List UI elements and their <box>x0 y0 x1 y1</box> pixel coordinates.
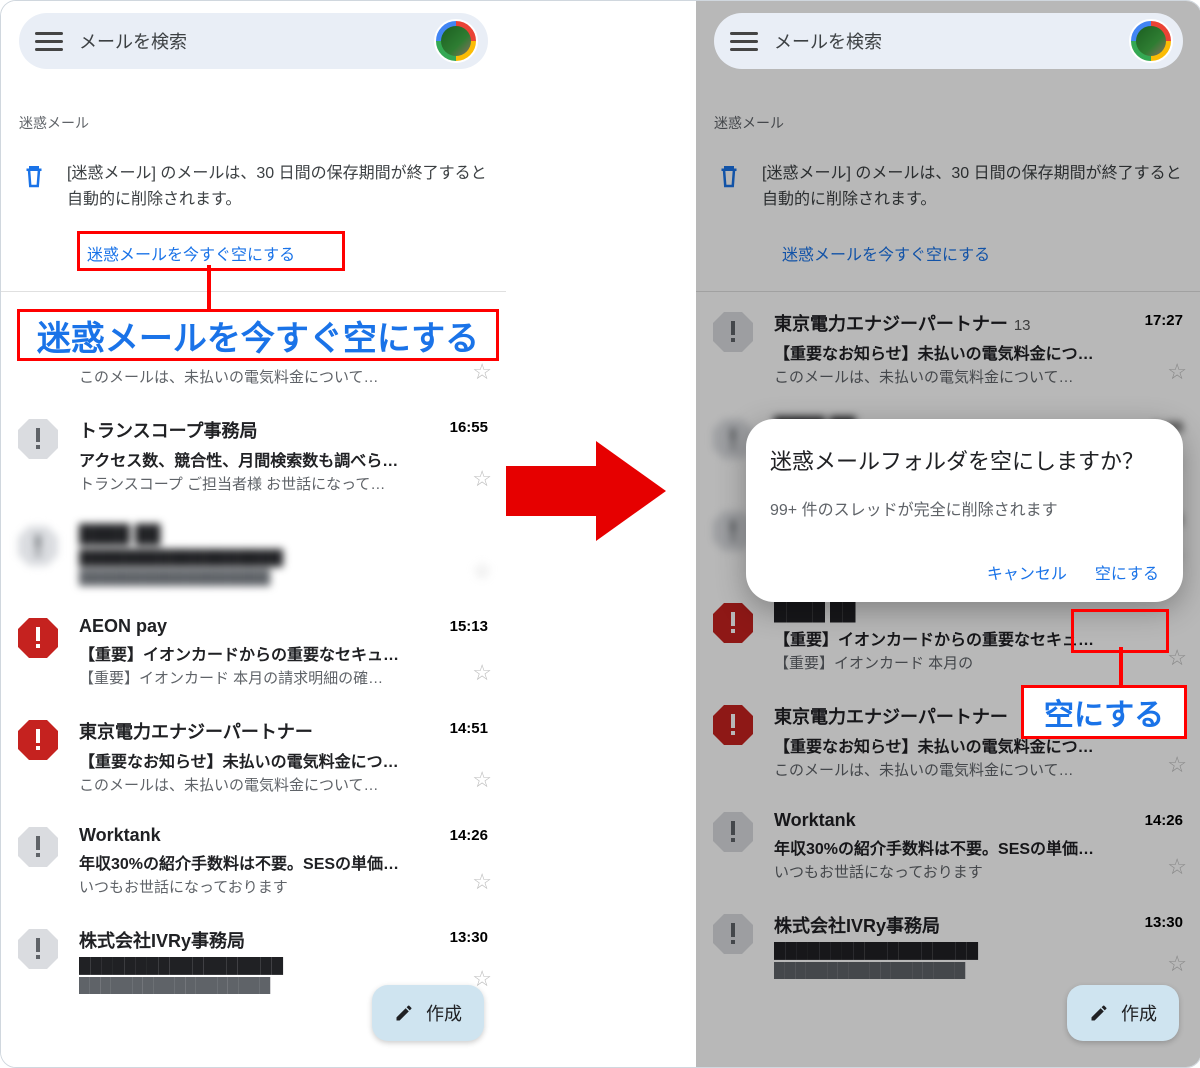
star-icon[interactable]: ☆ <box>472 466 492 492</box>
email-time: 13:30 <box>450 929 488 946</box>
email-sender: ████ ██ <box>79 524 490 545</box>
search-bar[interactable]: メールを検索 <box>19 13 488 69</box>
account-avatar[interactable] <box>434 19 478 63</box>
email-time: 14:26 <box>450 827 488 844</box>
email-preview: トランスコープ ご担当者様 お世話になって… <box>79 473 490 494</box>
annotation-box-1 <box>77 231 345 271</box>
email-time: 15:13 <box>450 618 488 635</box>
spam-badge-icon <box>16 524 60 568</box>
spam-badge-icon <box>16 417 60 461</box>
spam-badge-icon <box>16 927 60 971</box>
folder-label: 迷惑メール <box>19 113 89 133</box>
dialog-body: 99+ 件のスレッドが完全に削除されます <box>770 496 1159 520</box>
dialog-cancel-button[interactable]: キャンセル <box>987 560 1067 584</box>
dialog-confirm-button[interactable]: 空にする <box>1095 560 1159 584</box>
email-preview: いつもお世話になっております <box>79 876 490 897</box>
annotation-arrow-1 <box>207 265 211 311</box>
email-subject: ██████████████████ <box>79 957 490 975</box>
email-sender: Worktank <box>79 825 490 846</box>
star-icon[interactable]: ☆ <box>472 558 492 584</box>
compose-fab[interactable]: 作成 <box>1067 985 1179 1041</box>
phone-left: メールを検索 迷惑メール [迷惑メール] のメールは、30 日間の保存期間が終了… <box>1 1 506 1067</box>
search-placeholder: メールを検索 <box>774 28 882 54</box>
dialog-title: 迷惑メールフォルダを空にしますか？ <box>770 447 1159 478</box>
confirm-dialog: 迷惑メールフォルダを空にしますか？ 99+ 件のスレッドが完全に削除されます キ… <box>746 419 1183 602</box>
email-sender: AEON pay <box>79 616 490 637</box>
spam-badge-icon <box>16 825 60 869</box>
email-subject: 【重要】イオンカードからの重要なセキュ… <box>79 641 490 665</box>
spam-notice: [迷惑メール] のメールは、30 日間の保存期間が終了すると自動的に削除されます… <box>19 161 488 212</box>
trash-icon <box>19 161 49 191</box>
star-icon[interactable]: ☆ <box>472 767 492 793</box>
menu-icon[interactable] <box>730 32 758 51</box>
email-row[interactable]: ████ ██ ██████████████████ █████████████… <box>1 506 506 598</box>
pencil-icon <box>394 1003 414 1023</box>
phone-right: メールを検索 迷惑メール [迷惑メール] のメールは、30 日間の保存期間が終了… <box>696 1 1200 1067</box>
email-row[interactable]: AEON pay 15:13 【重要】イオンカードからの重要なセキュ… 【重要】… <box>1 598 506 700</box>
email-list-left: このメールは、未払いの電気料金について… ☆ トランスコープ事務局 16:55 … <box>1 291 506 1006</box>
search-placeholder: メールを検索 <box>79 28 187 54</box>
email-preview: ██████████████████ <box>79 569 490 586</box>
email-sender: 株式会社IVRy事務局 <box>79 927 490 953</box>
menu-icon[interactable] <box>35 32 63 51</box>
spam-badge-icon <box>16 718 60 762</box>
email-row[interactable]: Worktank 14:26 年収30%の紹介手数料は不要。SESの単価… いつ… <box>1 807 506 909</box>
star-icon[interactable]: ☆ <box>472 869 492 895</box>
email-preview: 【重要】イオンカード 本月の請求明細の確… <box>79 667 490 688</box>
email-row[interactable]: 東京電力エナジーパートナー 14:51 【重要なお知らせ】未払いの電気料金につ…… <box>1 700 506 807</box>
star-icon[interactable]: ☆ <box>472 359 492 385</box>
email-time: 16:55 <box>450 419 488 436</box>
spam-badge-icon <box>16 616 60 660</box>
annotation-arrow-2 <box>1119 647 1123 687</box>
email-sender: 東京電力エナジーパートナー <box>79 718 490 744</box>
star-icon[interactable]: ☆ <box>472 660 492 686</box>
email-subject: アクセス数、競合性、月間検索数も調べら… <box>79 447 490 471</box>
email-time: 14:51 <box>450 720 488 737</box>
search-bar[interactable]: メールを検索 <box>714 13 1183 69</box>
email-sender: トランスコープ事務局 <box>79 417 490 443</box>
email-subject: ██████████████████ <box>79 549 490 567</box>
pencil-icon <box>1089 1003 1109 1023</box>
compose-fab[interactable]: 作成 <box>372 985 484 1041</box>
transition-arrow <box>506 431 666 551</box>
annotation-callout-1: 迷惑メールを今すぐ空にする <box>17 309 499 361</box>
email-preview: このメールは、未払いの電気料金について… <box>79 774 490 795</box>
email-row[interactable]: トランスコープ事務局 16:55 アクセス数、競合性、月間検索数も調べら… トラ… <box>1 399 506 506</box>
annotation-callout-2: 空にする <box>1021 685 1187 739</box>
email-subject: 【重要なお知らせ】未払いの電気料金につ… <box>79 748 490 772</box>
email-subject: 年収30%の紹介手数料は不要。SESの単価… <box>79 850 490 874</box>
account-avatar[interactable] <box>1129 19 1173 63</box>
